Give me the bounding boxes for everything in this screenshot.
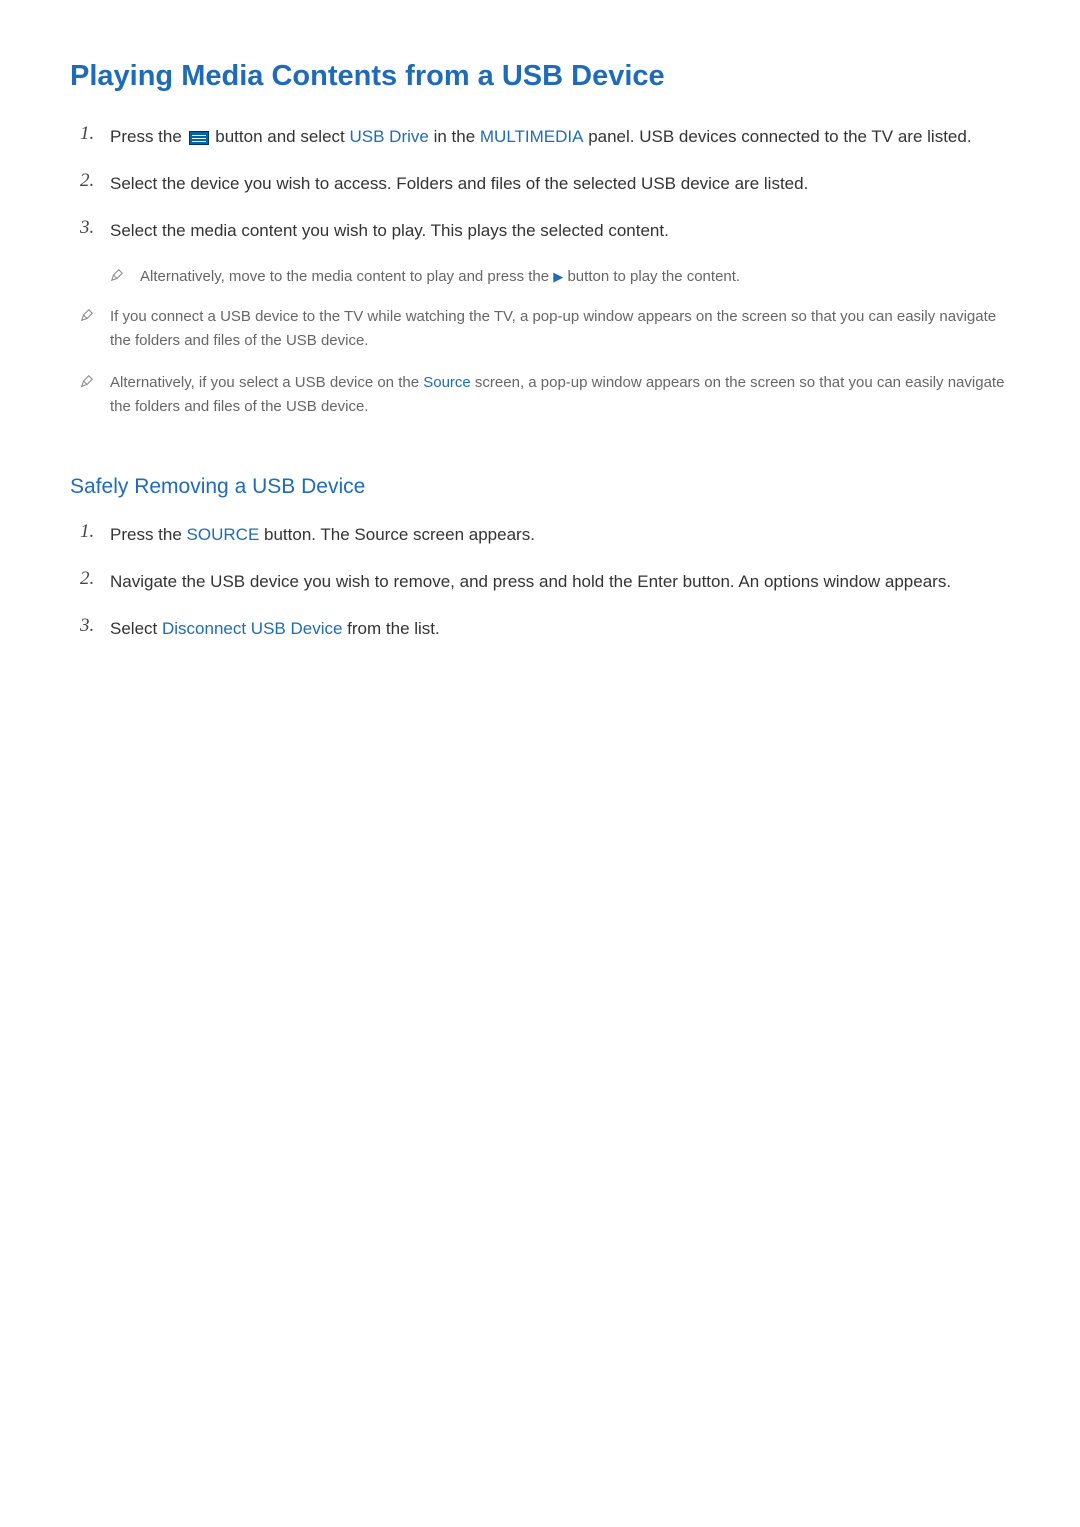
highlight-multimedia: MULTIMEDIA <box>480 127 584 146</box>
step-number: 1. <box>80 123 110 145</box>
note-text: Alternatively, move to the media content… <box>140 265 1010 289</box>
menu-button-icon <box>189 131 209 145</box>
page-title: Playing Media Contents from a USB Device <box>70 60 1010 93</box>
step-text: Press the SOURCE button. The Source scre… <box>110 521 1010 548</box>
highlight-source: Source <box>423 374 471 391</box>
step-text: Select the media content you wish to pla… <box>110 217 1010 244</box>
note-text: Alternatively, if you select a USB devic… <box>110 371 1010 419</box>
step-text: Select Disconnect USB Device from the li… <box>110 615 1010 642</box>
info-note: Alternatively, if you select a USB devic… <box>80 371 1010 419</box>
list-item: 3. Select the media content you wish to … <box>80 217 1010 244</box>
step-number: 3. <box>80 217 110 239</box>
step-number: 2. <box>80 568 110 590</box>
pencil-icon <box>110 268 126 284</box>
step-number: 2. <box>80 170 110 192</box>
list-item: 3. Select Disconnect USB Device from the… <box>80 615 1010 642</box>
section-heading: Safely Removing a USB Device <box>70 475 1010 499</box>
highlight-source-button: SOURCE <box>187 525 260 544</box>
highlight-usb-drive: USB Drive <box>349 127 428 146</box>
step-text: Select the device you wish to access. Fo… <box>110 170 1010 197</box>
play-arrow-icon: ▶ <box>553 269 563 284</box>
list-item: 1. Press the button and select USB Drive… <box>80 123 1010 150</box>
step-text: Press the button and select USB Drive in… <box>110 123 1010 150</box>
list-item: 2. Select the device you wish to access.… <box>80 170 1010 197</box>
step-number: 3. <box>80 615 110 637</box>
list-item: 1. Press the SOURCE button. The Source s… <box>80 521 1010 548</box>
safely-removing-steps: 1. Press the SOURCE button. The Source s… <box>80 521 1010 643</box>
playing-media-steps: 1. Press the button and select USB Drive… <box>80 123 1010 245</box>
step-number: 1. <box>80 521 110 543</box>
info-note: If you connect a USB device to the TV wh… <box>80 305 1010 353</box>
pencil-icon <box>80 308 96 324</box>
sub-note: Alternatively, move to the media content… <box>110 265 1010 289</box>
note-text: If you connect a USB device to the TV wh… <box>110 305 1010 353</box>
list-item: 2. Navigate the USB device you wish to r… <box>80 568 1010 595</box>
pencil-icon <box>80 374 96 390</box>
step-text: Navigate the USB device you wish to remo… <box>110 568 1010 595</box>
highlight-disconnect: Disconnect USB Device <box>162 619 342 638</box>
